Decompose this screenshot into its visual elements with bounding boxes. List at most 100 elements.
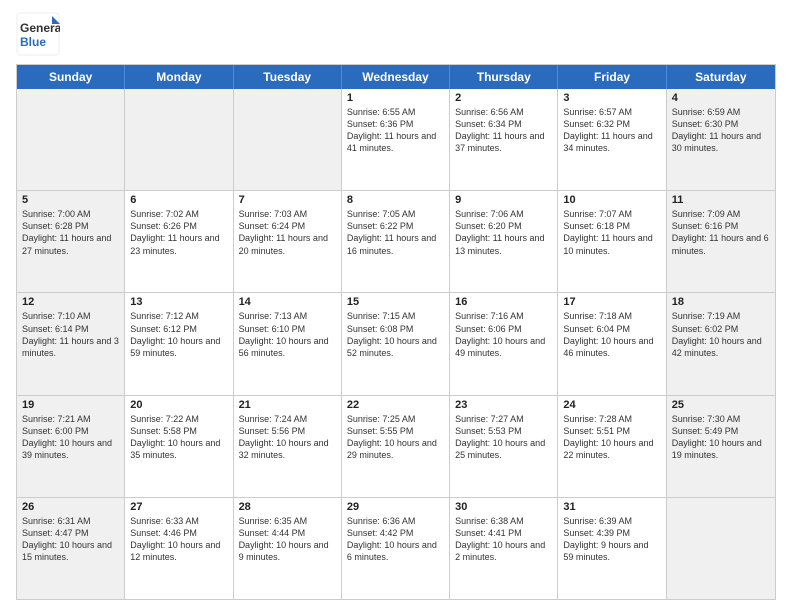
calendar-header-cell: Wednesday (342, 65, 450, 89)
day-number: 19 (22, 399, 119, 411)
day-number: 20 (130, 399, 227, 411)
day-info-text: Sunrise: 7:15 AM Sunset: 6:08 PM Dayligh… (347, 310, 444, 359)
day-info-text: Sunrise: 7:27 AM Sunset: 5:53 PM Dayligh… (455, 413, 552, 462)
calendar-day-cell: 5 Sunrise: 7:00 AM Sunset: 6:28 PM Daylig… (17, 191, 125, 292)
calendar-day-cell: 27 Sunrise: 6:33 AM Sunset: 4:46 PM Dayli… (125, 498, 233, 599)
day-number: 17 (563, 296, 660, 308)
calendar-week-row: 1Sunrise: 6:55 AM Sunset: 6:36 PM Daylig… (17, 89, 775, 190)
day-info-text: Sunrise: 7:13 AM Sunset: 6:10 PM Dayligh… (239, 310, 336, 359)
day-info-text: Sunrise: 7:06 AM Sunset: 6:20 PM Dayligh… (455, 208, 552, 257)
day-number: 22 (347, 399, 444, 411)
day-info-text: Sunrise: 6:59 AM Sunset: 6:30 PM Dayligh… (672, 106, 770, 155)
calendar-empty-cell (234, 89, 342, 190)
day-number: 15 (347, 296, 444, 308)
day-info-text: Sunrise: 7:18 AM Sunset: 6:04 PM Dayligh… (563, 310, 660, 359)
day-info-text: Sunrise: 7:30 AM Sunset: 5:49 PM Dayligh… (672, 413, 770, 462)
calendar-empty-cell (17, 89, 125, 190)
day-info-text: Sunrise: 6:57 AM Sunset: 6:32 PM Dayligh… (563, 106, 660, 155)
day-number: 11 (672, 194, 770, 206)
day-info-text: Sunrise: 6:39 AM Sunset: 4:39 PM Dayligh… (563, 515, 660, 564)
calendar-day-cell: 10 Sunrise: 7:07 AM Sunset: 6:18 PM Dayli… (558, 191, 666, 292)
logo-svg: General Blue (16, 12, 60, 56)
day-number: 9 (455, 194, 552, 206)
day-number: 8 (347, 194, 444, 206)
calendar-day-cell: 19Sunrise: 7:21 AM Sunset: 6:00 PM Dayli… (17, 396, 125, 497)
calendar-empty-cell (125, 89, 233, 190)
calendar-week-row: 5 Sunrise: 7:00 AM Sunset: 6:28 PM Daylig… (17, 190, 775, 292)
day-info-text: Sunrise: 6:36 AM Sunset: 4:42 PM Dayligh… (347, 515, 444, 564)
calendar-day-cell: 24 Sunrise: 7:28 AM Sunset: 5:51 PM Dayli… (558, 396, 666, 497)
day-number: 10 (563, 194, 660, 206)
day-info-text: Sunrise: 7:03 AM Sunset: 6:24 PM Dayligh… (239, 208, 336, 257)
calendar-day-cell: 28 Sunrise: 6:35 AM Sunset: 4:44 PM Dayli… (234, 498, 342, 599)
calendar-header-cell: Sunday (17, 65, 125, 89)
day-info-text: Sunrise: 6:35 AM Sunset: 4:44 PM Dayligh… (239, 515, 336, 564)
calendar-day-cell: 15 Sunrise: 7:15 AM Sunset: 6:08 PM Dayli… (342, 293, 450, 394)
day-number: 6 (130, 194, 227, 206)
calendar-day-cell: 4 Sunrise: 6:59 AM Sunset: 6:30 PM Daylig… (667, 89, 775, 190)
calendar-day-cell: 18Sunrise: 7:19 AM Sunset: 6:02 PM Dayli… (667, 293, 775, 394)
calendar-day-cell: 25 Sunrise: 7:30 AM Sunset: 5:49 PM Dayli… (667, 396, 775, 497)
day-info-text: Sunrise: 7:02 AM Sunset: 6:26 PM Dayligh… (130, 208, 227, 257)
calendar-day-cell: 30Sunrise: 6:38 AM Sunset: 4:41 PM Dayli… (450, 498, 558, 599)
calendar-day-cell: 12Sunrise: 7:10 AM Sunset: 6:14 PM Dayli… (17, 293, 125, 394)
calendar-day-cell: 1Sunrise: 6:55 AM Sunset: 6:36 PM Daylig… (342, 89, 450, 190)
calendar-day-cell: 26 Sunrise: 6:31 AM Sunset: 4:47 PM Dayli… (17, 498, 125, 599)
calendar-day-cell: 23 Sunrise: 7:27 AM Sunset: 5:53 PM Dayli… (450, 396, 558, 497)
calendar-header-cell: Friday (558, 65, 666, 89)
day-info-text: Sunrise: 7:12 AM Sunset: 6:12 PM Dayligh… (130, 310, 227, 359)
calendar-day-cell: 14 Sunrise: 7:13 AM Sunset: 6:10 PM Dayli… (234, 293, 342, 394)
day-number: 26 (22, 501, 119, 513)
calendar-day-cell: 2 Sunrise: 6:56 AM Sunset: 6:34 PM Daylig… (450, 89, 558, 190)
day-info-text: Sunrise: 6:31 AM Sunset: 4:47 PM Dayligh… (22, 515, 119, 564)
day-info-text: Sunrise: 7:16 AM Sunset: 6:06 PM Dayligh… (455, 310, 552, 359)
calendar-empty-cell (667, 498, 775, 599)
day-info-text: Sunrise: 7:07 AM Sunset: 6:18 PM Dayligh… (563, 208, 660, 257)
day-info-text: Sunrise: 7:22 AM Sunset: 5:58 PM Dayligh… (130, 413, 227, 462)
day-number: 2 (455, 92, 552, 104)
day-number: 30 (455, 501, 552, 513)
calendar-day-cell: 21 Sunrise: 7:24 AM Sunset: 5:56 PM Dayli… (234, 396, 342, 497)
day-number: 23 (455, 399, 552, 411)
day-number: 7 (239, 194, 336, 206)
calendar-day-cell: 16Sunrise: 7:16 AM Sunset: 6:06 PM Dayli… (450, 293, 558, 394)
day-number: 27 (130, 501, 227, 513)
day-number: 3 (563, 92, 660, 104)
logo: General Blue (16, 12, 60, 56)
svg-text:Blue: Blue (20, 35, 46, 49)
calendar-day-cell: 13 Sunrise: 7:12 AM Sunset: 6:12 PM Dayli… (125, 293, 233, 394)
day-number: 4 (672, 92, 770, 104)
day-number: 21 (239, 399, 336, 411)
calendar-day-cell: 29 Sunrise: 6:36 AM Sunset: 4:42 PM Dayli… (342, 498, 450, 599)
day-info-text: Sunrise: 7:28 AM Sunset: 5:51 PM Dayligh… (563, 413, 660, 462)
calendar-day-cell: 22 Sunrise: 7:25 AM Sunset: 5:55 PM Dayli… (342, 396, 450, 497)
calendar-header-cell: Monday (125, 65, 233, 89)
day-number: 25 (672, 399, 770, 411)
day-info-text: Sunrise: 7:24 AM Sunset: 5:56 PM Dayligh… (239, 413, 336, 462)
day-info-text: Sunrise: 7:09 AM Sunset: 6:16 PM Dayligh… (672, 208, 770, 257)
day-info-text: Sunrise: 6:56 AM Sunset: 6:34 PM Dayligh… (455, 106, 552, 155)
calendar-day-cell: 11 Sunrise: 7:09 AM Sunset: 6:16 PM Dayli… (667, 191, 775, 292)
day-number: 24 (563, 399, 660, 411)
calendar: SundayMondayTuesdayWednesdayThursdayFrid… (16, 64, 776, 600)
day-number: 28 (239, 501, 336, 513)
page: General Blue SundayMondayTuesdayWednesda… (0, 0, 792, 612)
calendar-header-cell: Saturday (667, 65, 775, 89)
day-number: 14 (239, 296, 336, 308)
calendar-day-cell: 9 Sunrise: 7:06 AM Sunset: 6:20 PM Daylig… (450, 191, 558, 292)
day-number: 1 (347, 92, 444, 104)
day-info-text: Sunrise: 6:33 AM Sunset: 4:46 PM Dayligh… (130, 515, 227, 564)
day-number: 31 (563, 501, 660, 513)
day-number: 5 (22, 194, 119, 206)
day-number: 29 (347, 501, 444, 513)
day-number: 12 (22, 296, 119, 308)
header: General Blue (16, 12, 776, 56)
calendar-day-cell: 20 Sunrise: 7:22 AM Sunset: 5:58 PM Dayli… (125, 396, 233, 497)
day-number: 13 (130, 296, 227, 308)
calendar-day-cell: 17 Sunrise: 7:18 AM Sunset: 6:04 PM Dayli… (558, 293, 666, 394)
calendar-week-row: 26 Sunrise: 6:31 AM Sunset: 4:47 PM Dayli… (17, 497, 775, 599)
day-info-text: Sunrise: 7:00 AM Sunset: 6:28 PM Dayligh… (22, 208, 119, 257)
day-info-text: Sunrise: 7:19 AM Sunset: 6:02 PM Dayligh… (672, 310, 770, 359)
calendar-header-row: SundayMondayTuesdayWednesdayThursdayFrid… (17, 65, 775, 89)
day-info-text: Sunrise: 7:25 AM Sunset: 5:55 PM Dayligh… (347, 413, 444, 462)
